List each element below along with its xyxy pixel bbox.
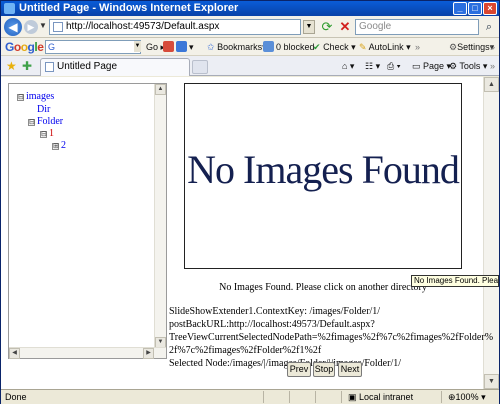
page-icon [53, 22, 63, 32]
command-overflow-icon[interactable]: » [490, 59, 495, 73]
debug-info: SlideShowExtender1.ContextKey: /images/F… [169, 305, 494, 370]
tools-menu[interactable]: ⚙ Tools ▾ [449, 59, 487, 73]
page-content: ▲ ▼ ⊟ images Dir ⊟ Folder ⊟ 1 ⊞ 2 ▲ ▼ ◀ … [1, 77, 499, 389]
scroll-up-icon[interactable]: ▲ [484, 77, 499, 92]
news-icon [176, 41, 187, 52]
favorites-star-icon[interactable]: ★ [6, 59, 17, 73]
scroll-right-icon[interactable]: ▶ [143, 348, 154, 359]
tree-node-folder[interactable]: Folder [37, 116, 63, 127]
address-url: http://localhost:49573/Default.aspx [66, 21, 220, 32]
slideshow-image: No Images Found [184, 83, 462, 269]
back-arrow-icon[interactable]: ◀ [4, 18, 22, 36]
address-toolbar: ◀ ▶ ▼ http://localhost:49573/Default.asp… [1, 16, 499, 38]
prev-button[interactable]: Prev [287, 362, 311, 377]
page-icon [45, 62, 54, 72]
popup-blocker-icon [263, 41, 274, 52]
tree-vertical-scrollbar[interactable]: ▲ ▼ [154, 84, 166, 348]
status-bar: Done ▣ Local intranet ⊕100% ▾ [1, 389, 499, 404]
bookmarks-button[interactable]: ✩ Bookmarks▾ [207, 40, 267, 54]
collapse-toggle-icon[interactable]: ⊟ [40, 131, 47, 138]
browser-window: Untitled Page - Windows Internet Explore… [0, 0, 500, 404]
tab-label: Untitled Page [57, 61, 118, 72]
collapse-toggle-icon[interactable]: ⊟ [28, 119, 35, 126]
address-dropdown-icon[interactable]: ▼ [303, 20, 315, 34]
refresh-icon[interactable]: ⟳ [319, 19, 335, 35]
tab-row: ★ ✚ Untitled Page ⌂ ▾ ☷ ▾ ⎙ ▾ ▭ Page ▾ ⚙… [1, 56, 499, 76]
collapse-toggle-icon[interactable]: ⊟ [17, 94, 24, 101]
google-toolbar: Google G ▼ Go ▸ ▾ ✩ Bookmarks▾ 0 blocked… [1, 38, 499, 56]
tree-node-images[interactable]: images [26, 91, 54, 102]
autolink-button[interactable]: ✎ AutoLink ▾ [359, 40, 411, 54]
home-button[interactable]: ⌂ ▾ [342, 59, 354, 73]
info-line: TreeViewCurrentSelectedNodePath=%2fimage… [169, 332, 494, 343]
status-text: Done [5, 392, 27, 402]
google-icons[interactable]: ▾ [163, 40, 194, 54]
no-images-placeholder: No Images Found [187, 147, 460, 192]
search-input[interactable]: Google [355, 19, 479, 35]
intranet-icon: ▣ [348, 392, 357, 402]
google-search-dropdown-icon[interactable]: ▼ [134, 41, 141, 52]
history-dropdown-icon[interactable]: ▼ [39, 21, 47, 30]
feeds-button[interactable]: ☷ ▾ [365, 59, 380, 73]
scroll-left-icon[interactable]: ◀ [9, 348, 20, 359]
toolbar-overflow-icon[interactable]: » [490, 40, 495, 54]
check-button[interactable]: ✔ Check ▾ [313, 40, 356, 54]
popup-blocker-button[interactable]: 0 blocked [263, 40, 315, 54]
security-zone[interactable]: ▣ Local intranet [348, 390, 413, 404]
tooltip: No Images Found. Please click [411, 275, 499, 287]
star-icon: ✩ [207, 42, 215, 52]
zoom-icon: ⊕ [448, 392, 456, 402]
new-tab-button[interactable] [192, 60, 208, 74]
stop-button[interactable]: Stop [313, 362, 335, 377]
tree-node-1-selected[interactable]: 1 [49, 128, 54, 139]
google-logo: Google [5, 40, 44, 54]
gear-icon: ⚙ [449, 42, 458, 52]
window-title: Untitled Page - Windows Internet Explore… [19, 2, 239, 14]
print-button[interactable]: ⎙ ▾ [387, 59, 400, 73]
tree-node-2[interactable]: 2 [61, 140, 66, 151]
minimize-button[interactable]: _ [453, 2, 467, 15]
tab-untitled-page[interactable]: Untitled Page [40, 58, 190, 76]
next-button[interactable]: Next [338, 362, 362, 377]
toolbar-more-icon[interactable]: » [415, 40, 420, 54]
check-icon: ✔ [313, 42, 321, 52]
tree-view: ⊟ images Dir ⊟ Folder ⊟ 1 ⊞ 2 ▲ ▼ ◀ ▶ [8, 83, 167, 359]
autolink-icon: ✎ [359, 42, 367, 52]
search-icon[interactable]: ⌕ [481, 19, 497, 35]
zoom-control[interactable]: ⊕100% ▾ [448, 390, 486, 404]
page-menu[interactable]: ▭ Page ▾ [412, 59, 451, 73]
title-bar: Untitled Page - Windows Internet Explore… [1, 1, 499, 16]
maximize-button[interactable]: □ [468, 2, 482, 15]
info-line: postBackURL:http://localhost:49573/Defau… [169, 319, 375, 330]
scroll-up-icon[interactable]: ▲ [155, 84, 166, 95]
close-button[interactable]: × [483, 2, 497, 15]
stop-icon[interactable]: ✕ [337, 19, 353, 35]
add-favorite-icon[interactable]: ✚ [22, 59, 32, 73]
expand-toggle-icon[interactable]: ⊞ [52, 143, 59, 150]
tree-node-dir[interactable]: Dir [37, 104, 50, 115]
ie-icon [4, 3, 15, 14]
pagerank-icon [163, 41, 174, 52]
address-input[interactable]: http://localhost:49573/Default.aspx [49, 19, 301, 35]
tree-horizontal-scrollbar[interactable]: ◀ ▶ [9, 347, 166, 359]
info-line: SlideShowExtender1.ContextKey: /images/F… [169, 306, 381, 317]
settings-button[interactable]: ⚙Settings▾ [449, 40, 494, 54]
scroll-down-icon[interactable]: ▼ [484, 374, 499, 389]
google-search-input[interactable]: G [45, 40, 141, 54]
info-line: 2f%7c%2fimages%2fFolder%2f1%2f [169, 345, 322, 356]
forward-arrow-icon[interactable]: ▶ [24, 20, 38, 34]
